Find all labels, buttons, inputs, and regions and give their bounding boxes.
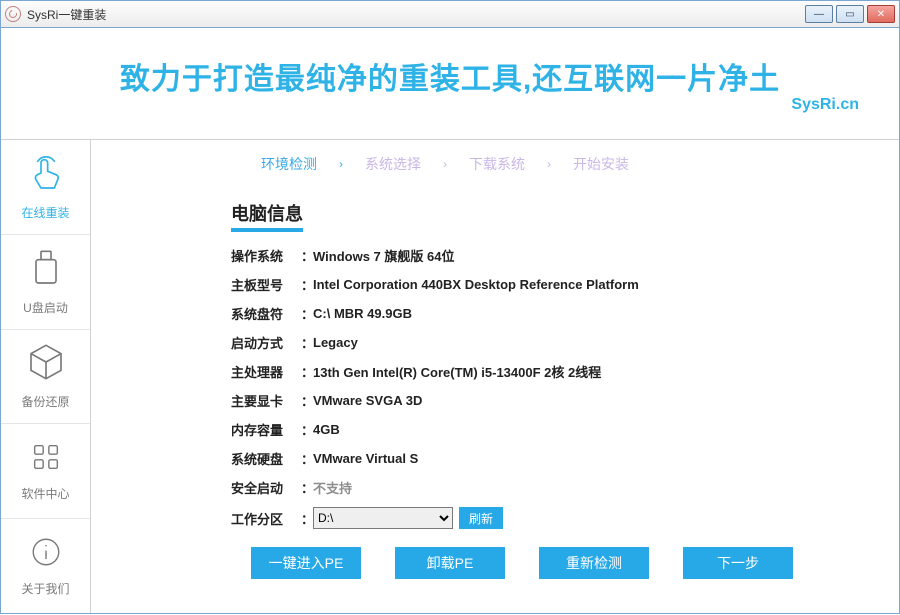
info-row-secure: 安全启动：不支持 [231,478,859,497]
sidebar-item-label: 在线重装 [21,204,69,221]
sidebar-item-label: U盘启动 [23,299,68,316]
sidebar: 在线重装 U盘启动 备份还原 软件中心 [1,140,91,613]
close-button[interactable]: ✕ [867,5,895,23]
work-partition-select[interactable]: D:\ [313,507,453,529]
info-row-boot: 启动方式：Legacy [231,333,859,352]
computer-info: 操作系统：Windows 7 旗舰版 64位 主板型号：Intel Corpor… [231,246,859,529]
info-value: 不支持 [313,478,352,497]
app-icon [5,6,21,22]
minimize-button[interactable]: — [805,5,833,23]
info-row-board: 主板型号：Intel Corporation 440BX Desktop Ref… [231,275,859,294]
apps-icon [29,440,63,479]
box-icon [26,342,66,387]
info-value: Windows 7 旗舰版 64位 [313,246,454,265]
sidebar-item-label: 备份还原 [21,393,69,410]
info-key: 系统硬盘 [231,449,301,468]
info-value: Legacy [313,335,358,350]
chevron-right-icon: › [547,157,551,171]
title-bar: SysRi一键重装 — ▭ ✕ [0,0,900,28]
enter-pe-button[interactable]: 一键进入PE [251,547,361,579]
refresh-button[interactable]: 刷新 [459,507,503,529]
banner-url: SysRi.cn [791,96,859,114]
info-key: 内存容量 [231,420,301,439]
chevron-right-icon: › [443,157,447,171]
usb-icon [26,248,66,293]
step-system-select[interactable]: 系统选择 [365,154,421,174]
sidebar-item-label: 关于我们 [21,580,69,597]
sidebar-item-backup-restore[interactable]: 备份还原 [1,330,90,425]
info-row-gpu: 主要显卡：VMware SVGA 3D [231,391,859,410]
step-indicator: 环境检测 › 系统选择 › 下载系统 › 开始安装 [261,154,859,174]
window-buttons: — ▭ ✕ [805,5,895,23]
info-key: 主要显卡 [231,391,301,410]
info-row-os: 操作系统：Windows 7 旗舰版 64位 [231,246,859,265]
info-value: 13th Gen Intel(R) Core(TM) i5-13400F 2核 … [313,362,601,381]
banner: 致力于打造最纯净的重装工具,还互联网一片净土 SysRi.cn [1,28,899,140]
window-title: SysRi一键重装 [27,6,805,23]
step-env-check[interactable]: 环境检测 [261,154,317,174]
info-row-sysdrive: 系统盘符：C:\ MBR 49.9GB [231,304,859,323]
main-panel: 环境检测 › 系统选择 › 下载系统 › 开始安装 电脑信息 操作系统：Wind… [91,140,899,613]
section-title: 电脑信息 [231,200,303,232]
info-row-mem: 内存容量：4GB [231,420,859,439]
info-key: 启动方式 [231,333,301,352]
chevron-right-icon: › [339,157,343,171]
maximize-button[interactable]: ▭ [836,5,864,23]
info-value: 4GB [313,422,340,437]
info-key: 主处理器 [231,362,301,381]
sidebar-item-about[interactable]: 关于我们 [1,519,90,613]
info-key: 工作分区 [231,509,301,528]
info-value: VMware SVGA 3D [313,393,422,408]
sidebar-item-label: 软件中心 [21,485,69,502]
banner-slogan: 致力于打造最纯净的重装工具,还互联网一片净土 [120,54,780,98]
action-buttons: 一键进入PE 卸载PE 重新检测 下一步 [251,547,859,579]
unload-pe-button[interactable]: 卸载PE [395,547,505,579]
info-value: Intel Corporation 440BX Desktop Referenc… [313,277,639,292]
hand-tap-icon [26,153,66,198]
info-key: 安全启动 [231,478,301,497]
sidebar-item-online-reinstall[interactable]: 在线重装 [1,140,90,235]
recheck-button[interactable]: 重新检测 [539,547,649,579]
info-row-cpu: 主处理器：13th Gen Intel(R) Core(TM) i5-13400… [231,362,859,381]
next-button[interactable]: 下一步 [683,547,793,579]
info-key: 操作系统 [231,246,301,265]
info-value: C:\ MBR 49.9GB [313,306,412,321]
info-row-disk: 系统硬盘：VMware Virtual S [231,449,859,468]
info-row-work-partition: 工作分区： D:\ 刷新 [231,507,859,529]
info-key: 系统盘符 [231,304,301,323]
step-install[interactable]: 开始安装 [573,154,629,174]
sidebar-item-software-center[interactable]: 软件中心 [1,424,90,519]
sidebar-item-usb-boot[interactable]: U盘启动 [1,235,90,330]
info-key: 主板型号 [231,275,301,294]
step-download[interactable]: 下载系统 [469,154,525,174]
info-value: VMware Virtual S [313,451,418,466]
info-icon [29,535,63,574]
